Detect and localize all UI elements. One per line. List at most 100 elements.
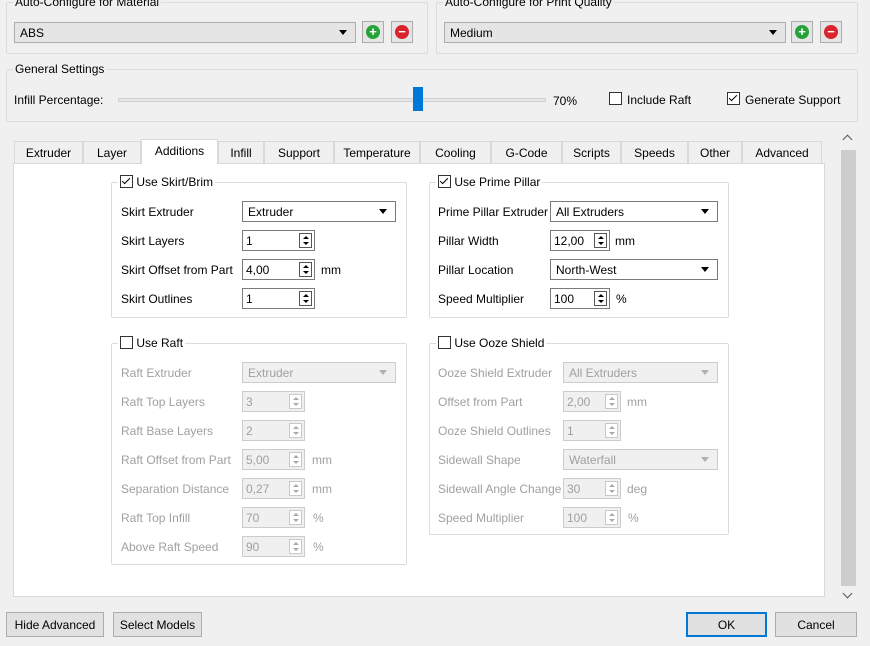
raft-base-layers-spinbox[interactable]: 2: [242, 420, 305, 441]
chevron-down-icon: [379, 209, 387, 214]
cancel-button[interactable]: Cancel: [775, 612, 857, 637]
skirt-extruder-select[interactable]: Extruder: [242, 201, 396, 222]
raft-offset-value: 5,00: [246, 453, 270, 467]
quality-value: Medium: [450, 26, 493, 40]
scroll-up-icon[interactable]: [842, 134, 853, 145]
use-ooze-shield-checkbox[interactable]: [438, 336, 451, 349]
remove-quality-button[interactable]: −: [820, 21, 842, 43]
add-material-button[interactable]: +: [362, 21, 384, 43]
tab-cooling[interactable]: Cooling: [420, 141, 491, 163]
scroll-down-icon[interactable]: [842, 588, 853, 599]
spin-arrows-icon[interactable]: [605, 394, 618, 409]
ooze-speed-unit: %: [628, 511, 639, 525]
infill-value: 70%: [553, 94, 578, 108]
skirt-extruder-value: Extruder: [248, 205, 294, 219]
tab-layer[interactable]: Layer: [83, 141, 141, 163]
include-raft-checkbox[interactable]: [609, 92, 622, 105]
raft-top-layers-label: Raft Top Layers: [121, 395, 205, 409]
raft-offset-unit: mm: [312, 453, 332, 467]
spin-arrows-icon[interactable]: [289, 423, 302, 438]
tab-support[interactable]: Support: [264, 141, 334, 163]
tab-advanced[interactable]: Advanced: [742, 141, 822, 163]
spin-arrows-icon[interactable]: [299, 262, 312, 277]
scrollbar-thumb[interactable]: [841, 150, 856, 586]
use-raft-checkbox[interactable]: [120, 336, 133, 349]
spin-arrows-icon[interactable]: [289, 481, 302, 496]
spin-arrows-icon[interactable]: [289, 452, 302, 467]
tab-other[interactable]: Other: [688, 141, 742, 163]
tab-panel: Use Skirt/Brim Skirt Extruder Extruder S…: [13, 163, 825, 597]
skirt-offset-label: Skirt Offset from Part: [121, 263, 233, 277]
remove-material-button[interactable]: −: [391, 21, 413, 43]
ok-button[interactable]: OK: [686, 612, 767, 637]
select-models-button[interactable]: Select Models: [113, 612, 202, 637]
tab-extruder[interactable]: Extruder: [14, 141, 83, 163]
sidewall-shape-select[interactable]: Waterfall: [563, 449, 718, 470]
spin-arrows-icon[interactable]: [289, 394, 302, 409]
raft-base-layers-value: 2: [246, 424, 253, 438]
hide-advanced-button[interactable]: Hide Advanced: [6, 612, 104, 637]
separation-spinbox[interactable]: 0,27: [242, 478, 305, 499]
checkmark-icon: [121, 175, 131, 185]
ooze-offset-spinbox[interactable]: 2,00: [563, 391, 621, 412]
ooze-offset-label: Offset from Part: [438, 395, 523, 409]
tab-scripts[interactable]: Scripts: [562, 141, 621, 163]
raft-top-layers-spinbox[interactable]: 3: [242, 391, 305, 412]
raft-extruder-value: Extruder: [248, 366, 294, 380]
separation-unit: mm: [312, 482, 332, 496]
plus-circle-icon: +: [366, 25, 380, 39]
ooze-outlines-spinbox[interactable]: 1: [563, 420, 621, 441]
raft-extruder-select[interactable]: Extruder: [242, 362, 396, 383]
raft-top-infill-spinbox[interactable]: 70: [242, 507, 305, 528]
raft-offset-spinbox[interactable]: 5,00: [242, 449, 305, 470]
minus-circle-icon: −: [395, 25, 409, 39]
spin-arrows-icon[interactable]: [289, 539, 302, 554]
spin-arrows-icon[interactable]: [299, 233, 312, 248]
ooze-extruder-select[interactable]: All Extruders: [563, 362, 718, 383]
spin-arrows-icon[interactable]: [289, 510, 302, 525]
pillar-speed-spinbox[interactable]: 100: [550, 288, 610, 309]
pillar-width-label: Pillar Width: [438, 234, 499, 248]
add-quality-button[interactable]: +: [791, 21, 813, 43]
vertical-scrollbar[interactable]: [840, 130, 857, 605]
tab-infill[interactable]: Infill: [218, 141, 264, 163]
chevron-down-icon: [339, 30, 347, 35]
slider-thumb[interactable]: [412, 87, 423, 111]
infill-label: Infill Percentage:: [14, 93, 104, 107]
use-prime-pillar-checkbox[interactable]: [438, 175, 451, 188]
ooze-speed-spinbox[interactable]: 100: [563, 507, 621, 528]
infill-slider[interactable]: [118, 87, 546, 111]
spin-arrows-icon[interactable]: [594, 233, 607, 248]
spin-arrows-icon[interactable]: [299, 291, 312, 306]
spin-arrows-icon[interactable]: [605, 423, 618, 438]
raft-legend: Use Raft: [118, 336, 186, 350]
tab-g-code[interactable]: G-Code: [491, 141, 562, 163]
pillar-width-spinbox[interactable]: 12,00: [550, 230, 610, 251]
material-select[interactable]: ABS: [14, 22, 356, 43]
chevron-down-icon: [769, 30, 777, 35]
include-raft-label: Include Raft: [627, 93, 692, 107]
separation-label: Separation Distance: [121, 482, 230, 496]
use-skirt-checkbox[interactable]: [120, 175, 133, 188]
skirt-offset-unit: mm: [321, 263, 341, 277]
spin-arrows-icon[interactable]: [605, 481, 618, 496]
above-raft-speed-spinbox[interactable]: 90: [242, 536, 305, 557]
spin-arrows-icon[interactable]: [594, 291, 607, 306]
tab-additions[interactable]: Additions: [141, 139, 218, 164]
skirt-layers-spinbox[interactable]: 1: [242, 230, 315, 251]
skirt-outlines-spinbox[interactable]: 1: [242, 288, 315, 309]
ooze-speed-label: Speed Multiplier: [438, 511, 525, 525]
raft-base-layers-label: Raft Base Layers: [121, 424, 214, 438]
skirt-offset-spinbox[interactable]: 4,00: [242, 259, 315, 280]
spin-arrows-icon[interactable]: [605, 510, 618, 525]
generate-support-checkbox[interactable]: [727, 92, 740, 105]
tab-speeds[interactable]: Speeds: [621, 141, 688, 163]
pillar-location-select[interactable]: North-West: [550, 259, 718, 280]
above-raft-speed-label: Above Raft Speed: [121, 540, 219, 554]
tab-temperature[interactable]: Temperature: [334, 141, 420, 163]
use-raft-label: Use Raft: [136, 336, 184, 350]
sidewall-angle-unit: deg: [627, 482, 648, 496]
quality-select[interactable]: Medium: [444, 22, 786, 43]
pillar-extruder-select[interactable]: All Extruders: [550, 201, 718, 222]
sidewall-angle-spinbox[interactable]: 30: [563, 478, 621, 499]
